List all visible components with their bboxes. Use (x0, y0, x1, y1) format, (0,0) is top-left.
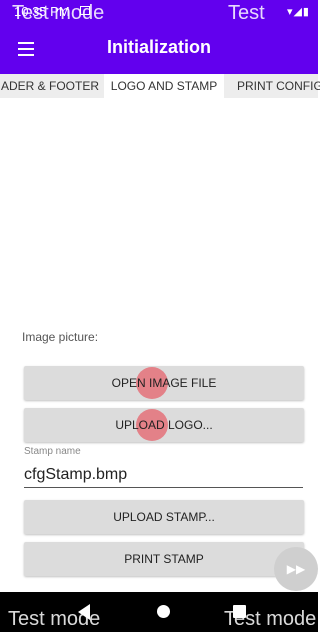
tab-header-footer[interactable]: ADER & FOOTER (0, 74, 100, 98)
stamp-name-label: Stamp name (24, 446, 81, 457)
upload-stamp-button[interactable]: UPLOAD STAMP... (24, 500, 304, 534)
test-mode-watermark: Test mode (224, 608, 317, 630)
test-mode-watermark: Test mode (8, 608, 101, 630)
print-stamp-button[interactable]: PRINT STAMP (24, 542, 304, 576)
image-preview (24, 98, 304, 318)
fast-forward-button[interactable]: ▶▶ (274, 547, 318, 591)
open-image-file-button[interactable]: OPEN IMAGE FILE (24, 366, 304, 400)
page-title: Initialization (106, 37, 211, 57)
stamp-name-input[interactable] (24, 463, 303, 488)
tab-logo-and-stamp[interactable]: LOGO AND STAMP (104, 74, 224, 98)
tab-print-config[interactable]: PRINT CONFIG (229, 74, 320, 98)
upload-stamp-label: UPLOAD STAMP... (113, 510, 215, 524)
fast-forward-icon: ▶▶ (286, 562, 306, 576)
home-icon[interactable] (157, 605, 170, 618)
print-stamp-label: PRINT STAMP (124, 552, 204, 566)
image-picture-label: Image picture: (22, 330, 99, 344)
upload-logo-label: UPLOAD LOGO... (115, 418, 213, 432)
tab-bar: ADER & FOOTER LOGO AND STAMP PRINT CONFI… (0, 74, 320, 98)
app-bar: Initialization (0, 24, 318, 74)
open-image-file-label: OPEN IMAGE FILE (111, 376, 217, 390)
test-mode-watermark: Test mode (12, 2, 105, 24)
upload-logo-button[interactable]: UPLOAD LOGO... (24, 408, 304, 442)
